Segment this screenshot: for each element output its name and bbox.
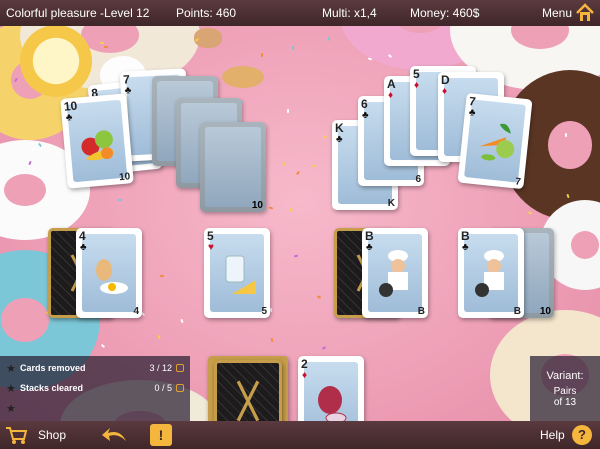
sprinkle-decoration bbox=[270, 338, 274, 343]
money-counter: Money: 460$ bbox=[410, 6, 480, 20]
help-icon[interactable]: ? bbox=[572, 425, 592, 445]
eggs-illustration bbox=[96, 259, 128, 294]
variant-line2: of 13 bbox=[553, 397, 577, 408]
sprinkle-decoration bbox=[527, 211, 532, 215]
sprinkle-decoration bbox=[281, 161, 287, 166]
star-icon: ★ bbox=[6, 383, 16, 395]
top-bar: Colorful pleasure -Level 12 Points: 460 … bbox=[0, 0, 600, 26]
stat-stacks-cleared: ★ Stacks cleared 0 / 5 bbox=[6, 382, 184, 396]
sprinkle-decoration bbox=[103, 45, 109, 49]
bottom-bar: Shop ! Help ? bbox=[0, 421, 600, 449]
stats-panel: ★ Cards removed 3 / 12 ★ Stacks cleared … bbox=[0, 356, 190, 421]
checkbox-icon bbox=[176, 384, 184, 392]
sprinkle-decoration bbox=[30, 148, 35, 151]
top-card-vegetables[interactable]: 7 ♣ 7 bbox=[457, 92, 533, 190]
sprinkle-decoration bbox=[311, 164, 316, 168]
chef-illustration bbox=[379, 250, 408, 297]
sprinkle-decoration bbox=[296, 170, 301, 176]
stat-cards-removed: ★ Cards removed 3 / 12 bbox=[6, 362, 184, 376]
sprinkle-decoration bbox=[268, 206, 274, 210]
sprinkle-decoration bbox=[327, 36, 331, 41]
variant-label: Variant: bbox=[546, 370, 584, 382]
sprinkle-decoration bbox=[292, 45, 295, 50]
fruit-illustration bbox=[81, 130, 115, 161]
points-counter: Points: 460 bbox=[176, 6, 237, 20]
star-icon: ★ bbox=[6, 363, 16, 375]
card-chef[interactable]: B ♣ B bbox=[362, 228, 428, 318]
sprinkle-decoration bbox=[157, 334, 162, 340]
sprinkle-decoration bbox=[322, 134, 327, 139]
sprinkle-decoration bbox=[316, 295, 322, 299]
cookie-decoration bbox=[222, 66, 264, 88]
level-title: Colorful pleasure -Level 12 bbox=[6, 6, 150, 20]
multiplier-counter: Multi: x1,4 bbox=[322, 6, 377, 20]
sprinkle-decoration bbox=[269, 308, 273, 313]
card-milk-cheese[interactable]: 5 ♥ 5 bbox=[204, 228, 270, 318]
sprinkle-decoration bbox=[117, 198, 123, 201]
help-button[interactable]: Help bbox=[540, 428, 565, 442]
star-icon: ★ bbox=[6, 403, 16, 415]
variant-panel: Variant: Pairs of 13 bbox=[530, 356, 600, 421]
checkbox-icon bbox=[176, 364, 184, 372]
hint-icon: ! bbox=[158, 427, 164, 443]
shop-button[interactable]: Shop bbox=[38, 428, 66, 442]
home-icon[interactable] bbox=[574, 2, 596, 24]
sprinkle-decoration bbox=[99, 41, 104, 45]
hint-button[interactable]: ! bbox=[150, 424, 172, 446]
sprinkle-decoration bbox=[260, 52, 264, 58]
fork-knife-icon bbox=[236, 380, 260, 422]
top-card-fruit[interactable]: 10 ♣ 10 bbox=[60, 93, 134, 189]
cart-icon[interactable] bbox=[4, 425, 28, 445]
undo-icon[interactable] bbox=[100, 425, 130, 445]
lemon-decoration bbox=[20, 25, 92, 97]
onion-illustration bbox=[318, 386, 347, 424]
menu-button[interactable]: Menu bbox=[542, 6, 572, 20]
sprinkle-decoration bbox=[286, 109, 290, 114]
fan-card: 10 bbox=[200, 122, 266, 212]
stat-empty: ★ bbox=[6, 402, 184, 416]
card-chef[interactable]: B ♣ B bbox=[458, 228, 524, 318]
milk-cheese-illustration bbox=[225, 255, 256, 294]
sprinkle-decoration bbox=[100, 344, 105, 349]
sprinkle-decoration bbox=[289, 208, 294, 213]
card-eggs[interactable]: 4 ♣ 4 bbox=[76, 228, 142, 318]
sprinkle-decoration bbox=[321, 345, 326, 350]
vegetables-illustration bbox=[479, 123, 515, 161]
sprinkle-decoration bbox=[564, 132, 567, 137]
variant-line1: Pairs bbox=[553, 386, 577, 397]
sprinkle-decoration bbox=[180, 319, 184, 324]
sprinkle-decoration bbox=[159, 275, 164, 278]
chef-illustration bbox=[475, 250, 504, 297]
sprinkle-decoration bbox=[293, 254, 298, 258]
